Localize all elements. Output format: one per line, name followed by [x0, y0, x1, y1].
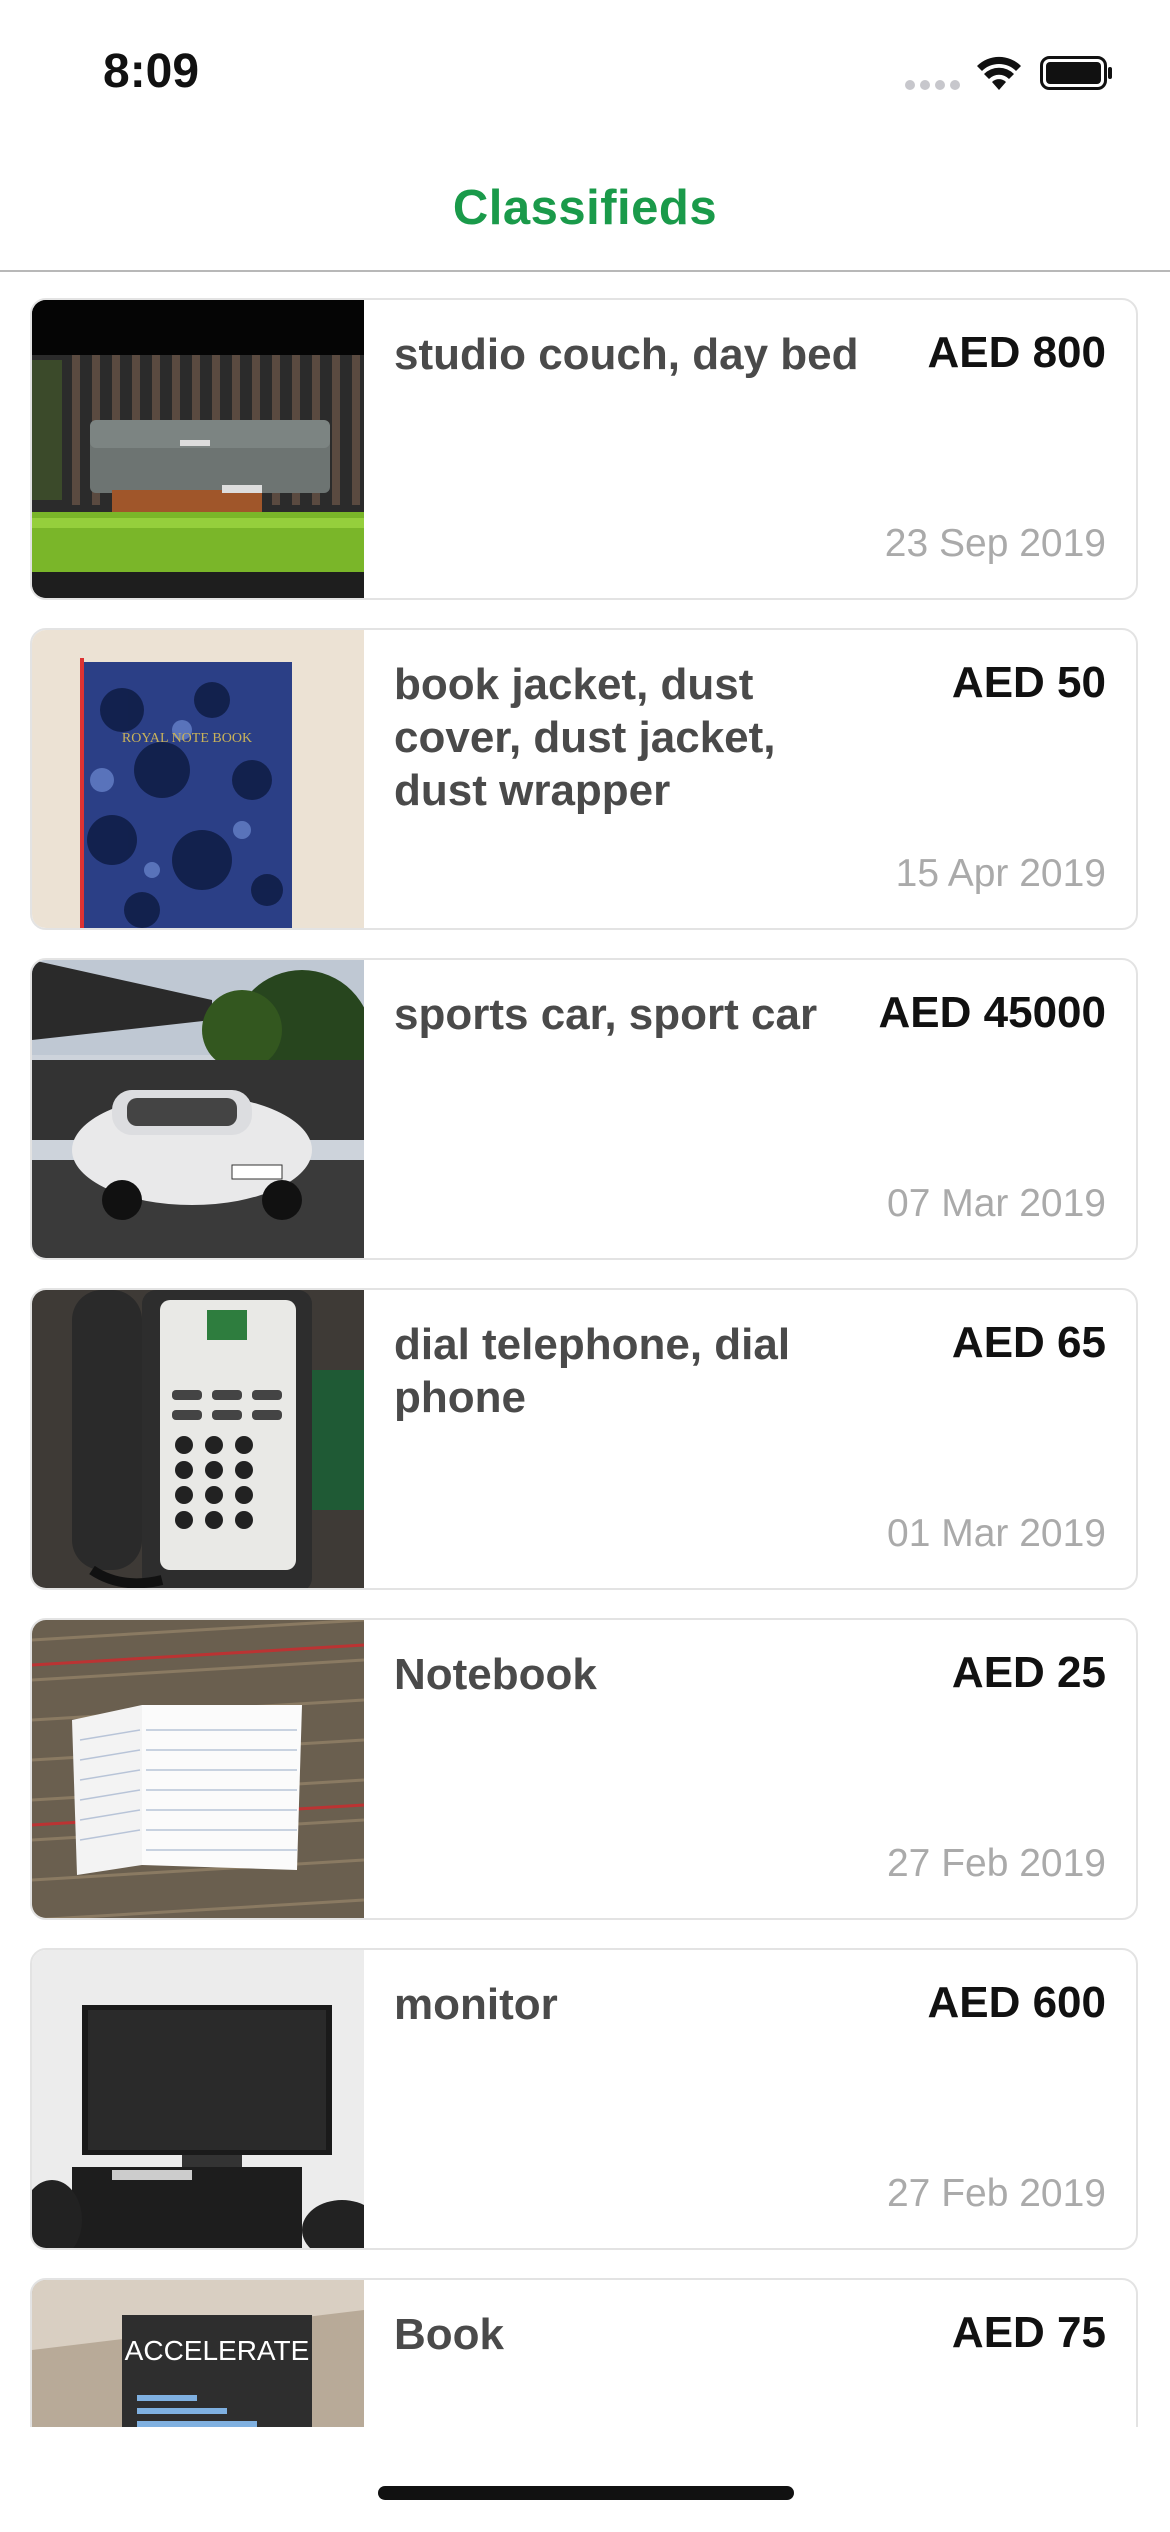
listing-title: dial telephone, dial phone: [394, 1320, 791, 1422]
navigation-bar: Classifieds: [0, 140, 1170, 272]
cellular-signal-icon: [905, 80, 961, 92]
couch-photo: [32, 300, 364, 598]
listing-date: 27 Feb 2019: [886, 2172, 1106, 2215]
notebook-cover-text: ROYAL NOTE BOOK: [122, 731, 252, 746]
status-bar: 8:09: [0, 0, 1170, 140]
listing-title: studio couch, day bed: [394, 330, 859, 379]
listing-title: sports car, sport car: [394, 990, 818, 1039]
telephone-photo: [32, 1290, 364, 1588]
battery-icon: [1040, 56, 1114, 90]
listing-card[interactable]: monitor AED 600 27 Feb 2019: [30, 1948, 1138, 2250]
book-photo: ACCELERATE: [32, 2280, 364, 2427]
listing-card[interactable]: ROYAL NOTE BOOK book jacket, dust cover,…: [30, 628, 1138, 930]
listing-title: Book: [394, 2310, 504, 2359]
listing-date: 27 Feb 2019: [886, 1842, 1106, 1885]
listing-date: 15 Apr 2019: [895, 852, 1106, 895]
listing-price: AED 75: [951, 2308, 1106, 2357]
monitor-photo: [32, 1950, 364, 2248]
listing-title: book jacket, dust cover, dust jacket, du…: [394, 660, 776, 815]
listing-title: monitor: [394, 1980, 558, 2029]
listing-price: AED 800: [927, 328, 1106, 377]
status-time: 8:09: [103, 45, 200, 98]
listing-date: 01 Mar 2019: [887, 1512, 1106, 1555]
listing-date: 07 Mar 2019: [887, 1182, 1106, 1225]
listing-price: AED 600: [927, 1978, 1106, 2027]
listing-card[interactable]: sports car, sport car AED 45000 07 Mar 2…: [30, 958, 1138, 1260]
listing-date: 23 Sep 2019: [884, 522, 1106, 565]
listings-list[interactable]: studio couch, day bed AED 800 23 Sep 201…: [0, 272, 1170, 2427]
listing-price: AED 50: [951, 658, 1106, 707]
page-title: Classifieds: [452, 181, 718, 235]
listing-card[interactable]: Notebook AED 25 27 Feb 2019: [30, 1618, 1138, 1920]
car-photo: [32, 960, 364, 1258]
home-indicator[interactable]: [378, 2486, 794, 2500]
notebook-photo: ROYAL NOTE BOOK: [32, 630, 364, 928]
listing-title: Notebook: [394, 1650, 597, 1699]
listing-price: AED 45000: [878, 988, 1106, 1037]
wifi-icon: [975, 52, 1023, 92]
open-notebook-photo: [32, 1620, 364, 1918]
listing-card[interactable]: dial telephone, dial phone AED 65 01 Mar…: [30, 1288, 1138, 1590]
listing-card[interactable]: ACCELERATE Book AED 75: [30, 2278, 1138, 2427]
listing-price: AED 25: [951, 1648, 1106, 1697]
book-cover-title: ACCELERATE: [125, 2335, 310, 2366]
listing-price: AED 65: [951, 1318, 1106, 1367]
listing-card[interactable]: studio couch, day bed AED 800 23 Sep 201…: [30, 298, 1138, 600]
